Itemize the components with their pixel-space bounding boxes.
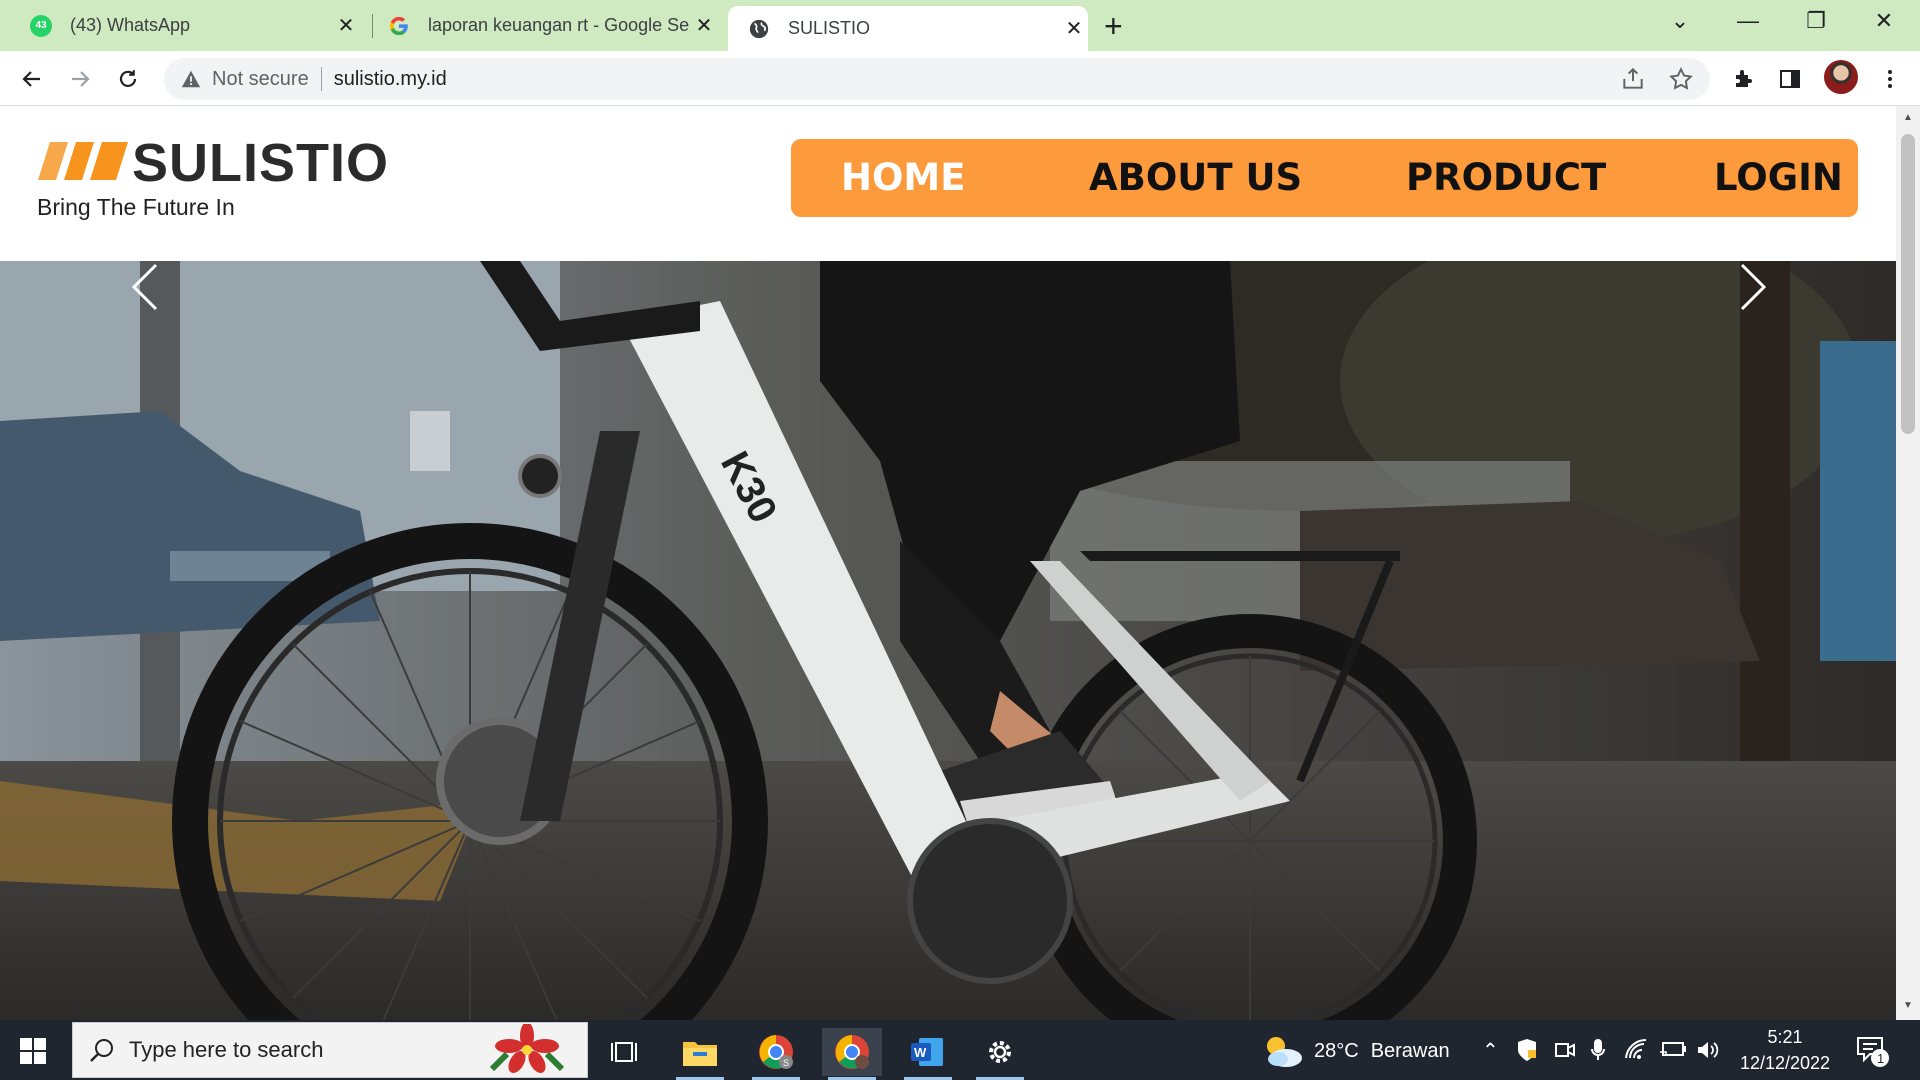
restore-icon[interactable]: ❐	[1796, 8, 1836, 34]
search-icon	[90, 1039, 113, 1062]
windows-start-icon[interactable]	[20, 1038, 46, 1064]
task-view-icon[interactable]	[594, 1028, 654, 1076]
back-icon[interactable]	[14, 61, 50, 97]
settings-gear-icon[interactable]	[970, 1028, 1030, 1080]
forward-icon[interactable]	[62, 61, 98, 97]
nav-product[interactable]: PRODUCT	[1406, 139, 1606, 217]
close-icon[interactable]: ✕	[690, 13, 718, 38]
battery-icon[interactable]	[1660, 1040, 1686, 1058]
chrome-active-icon[interactable]	[822, 1028, 882, 1080]
reload-icon[interactable]	[110, 61, 146, 97]
close-icon[interactable]: ✕	[332, 13, 360, 38]
chevron-up-icon[interactable]: ⌃	[1482, 1038, 1499, 1063]
weather-widget[interactable]: 28°C Berawan	[1262, 1034, 1450, 1068]
warning-icon	[181, 70, 201, 88]
scroll-thumb[interactable]	[1901, 134, 1915, 434]
divider	[320, 67, 322, 91]
page-scrollbar[interactable]: ▲ ▼	[1896, 106, 1920, 1020]
windows-taskbar: Type here to search S W 28°C Berawan ⌃ 5…	[0, 1020, 1920, 1080]
menu-dots-icon[interactable]	[1872, 61, 1908, 97]
carousel-prev-icon[interactable]	[130, 261, 160, 313]
poinsettia-icon	[489, 1024, 565, 1073]
brand-logo-text[interactable]: SULISTIO	[132, 132, 389, 194]
tab-title: laporan keuangan rt - Google Se	[428, 15, 690, 35]
google-icon	[389, 16, 408, 35]
tab-sulistio-active[interactable]: SULISTIO ✕	[728, 6, 1088, 51]
extensions-icon[interactable]	[1726, 61, 1762, 97]
svg-text:W: W	[914, 1045, 927, 1060]
security-label[interactable]: Not secure	[212, 68, 309, 91]
scroll-down-icon[interactable]: ▼	[1901, 1000, 1915, 1014]
nav-login[interactable]: LOGIN	[1714, 139, 1843, 217]
whatsapp-icon: 43	[30, 14, 52, 37]
search-placeholder: Type here to search	[129, 1037, 324, 1062]
tab-title: SULISTIO	[788, 18, 871, 38]
tab-separator	[372, 14, 373, 38]
nav-about-us[interactable]: ABOUT US	[1089, 139, 1302, 217]
file-explorer-icon[interactable]	[670, 1028, 730, 1080]
main-nav: HOME ABOUT US PRODUCT LOGIN	[791, 139, 1858, 217]
hero-bike-image: K30	[0, 261, 1896, 1020]
carousel-next-icon[interactable]	[1738, 261, 1768, 313]
hero-carousel: K30	[0, 261, 1896, 1020]
browser-toolbar: Not secure sulistio.my.id	[0, 51, 1920, 106]
nav-home[interactable]: HOME	[841, 139, 966, 217]
wifi-icon[interactable]	[1624, 1038, 1648, 1060]
taskbar-search-input[interactable]: Type here to search	[72, 1022, 588, 1078]
url-text[interactable]: sulistio.my.id	[334, 68, 447, 91]
browser-tab-strip: 43 (43) WhatsApp ✕ laporan keuangan rt -…	[0, 0, 1920, 51]
window-close-icon[interactable]: ✕	[1864, 8, 1904, 34]
tab-title: (43) WhatsApp	[70, 15, 191, 35]
new-tab-button[interactable]: +	[1104, 8, 1123, 45]
tab-google-search[interactable]: laporan keuangan rt - Google Se ✕	[388, 0, 718, 51]
close-icon[interactable]: ✕	[1060, 16, 1088, 41]
minimize-icon[interactable]: —	[1728, 8, 1768, 34]
meet-now-icon[interactable]	[1554, 1040, 1576, 1060]
weather-condition: Berawan	[1370, 1039, 1450, 1062]
cloudy-weather-icon	[1267, 1037, 1302, 1067]
side-panel-icon[interactable]	[1772, 61, 1808, 97]
word-icon[interactable]: W	[898, 1028, 958, 1080]
clock-date: 12/12/2022	[1739, 1053, 1831, 1073]
logo-stripes-icon	[38, 142, 128, 180]
volume-icon[interactable]	[1696, 1039, 1720, 1061]
clock-time: 5:21	[1767, 1027, 1803, 1047]
svg-text:S: S	[783, 1058, 789, 1068]
weather-temp: 28°C	[1314, 1039, 1359, 1062]
chrome-profile-s-icon[interactable]: S	[746, 1028, 806, 1080]
web-page: SULISTIO Bring The Future In HOME ABOUT …	[0, 106, 1896, 1020]
bookmark-star-icon[interactable]	[1668, 66, 1694, 92]
tab-search-icon[interactable]: ⌄	[1660, 8, 1700, 34]
brand-tagline: Bring The Future In	[37, 194, 235, 220]
tab-whatsapp[interactable]: 43 (43) WhatsApp ✕	[30, 0, 360, 51]
scroll-up-icon[interactable]: ▲	[1901, 112, 1915, 126]
profile-avatar[interactable]	[1824, 60, 1858, 94]
system-clock[interactable]: 5:21 12/12/2022	[1730, 1024, 1840, 1076]
notification-count: 1	[1877, 1051, 1884, 1066]
address-bar[interactable]: Not secure sulistio.my.id	[164, 58, 1710, 100]
microphone-icon[interactable]	[1590, 1038, 1606, 1062]
globe-icon	[749, 19, 769, 38]
share-icon[interactable]	[1620, 66, 1646, 92]
notification-center-icon[interactable]: 1	[1856, 1036, 1890, 1073]
security-shield-icon[interactable]	[1516, 1038, 1538, 1062]
